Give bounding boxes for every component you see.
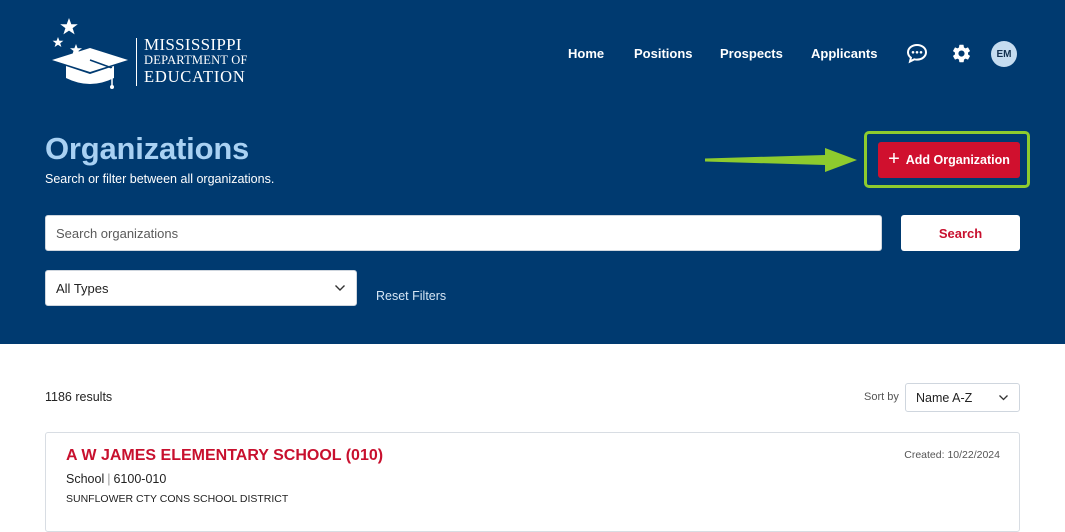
logo-line-1: MISSISSIPPI — [144, 35, 242, 54]
type-filter-value: All Types — [56, 280, 109, 296]
logo-wordmark: MISSISSIPPI DEPARTMENT OF EDUCATION — [144, 36, 248, 86]
user-avatar[interactable]: EM — [991, 41, 1017, 67]
nav-prospects[interactable]: Prospects — [720, 46, 783, 61]
add-organization-label: Add Organization — [905, 153, 1010, 167]
logo-divider — [136, 38, 137, 86]
sort-value: Name A-Z — [916, 390, 973, 405]
meta-separator: | — [107, 472, 111, 486]
search-button[interactable]: Search — [901, 215, 1020, 251]
type-filter-select[interactable]: All Types — [45, 270, 357, 306]
add-organization-button[interactable]: + Add Organization — [878, 142, 1020, 178]
chat-icon[interactable] — [906, 43, 928, 64]
organization-type: School — [66, 472, 105, 486]
annotation-arrow-icon — [705, 148, 857, 172]
page-subtitle: Search or filter between all organizatio… — [45, 172, 275, 186]
chevron-down-icon — [335, 285, 345, 291]
organization-meta: School | 6100-010 — [66, 472, 166, 486]
nav-positions[interactable]: Positions — [634, 46, 693, 61]
plus-icon: + — [888, 148, 900, 170]
results-count: 1186 results — [45, 390, 113, 404]
logo-line-2: DEPARTMENT OF — [144, 53, 248, 67]
sort-select[interactable]: Name A-Z — [905, 383, 1020, 412]
nav-home[interactable]: Home — [568, 46, 604, 61]
reset-filters-link[interactable]: Reset Filters — [376, 289, 446, 303]
graduation-cap-icon — [52, 18, 128, 89]
chevron-down-icon — [999, 395, 1008, 401]
search-input[interactable] — [45, 215, 882, 251]
nav-applicants[interactable]: Applicants — [811, 46, 877, 61]
sort-label: Sort by — [864, 391, 899, 403]
organization-card[interactable]: A W JAMES ELEMENTARY SCHOOL (010) Create… — [45, 432, 1020, 532]
organization-name-link[interactable]: A W JAMES ELEMENTARY SCHOOL (010) — [66, 447, 383, 465]
mde-logo[interactable]: MISSISSIPPI DEPARTMENT OF EDUCATION — [50, 16, 260, 90]
logo-line-3: EDUCATION — [144, 67, 246, 86]
header-banner: MISSISSIPPI DEPARTMENT OF EDUCATION Home… — [0, 0, 1065, 344]
page-title: Organizations — [45, 131, 250, 166]
organization-district: SUNFLOWER CTY CONS SCHOOL DISTRICT — [66, 493, 289, 505]
gear-icon[interactable] — [951, 43, 972, 64]
organization-created-date: Created: 10/22/2024 — [904, 449, 1000, 461]
organization-code: 6100-010 — [113, 472, 167, 486]
